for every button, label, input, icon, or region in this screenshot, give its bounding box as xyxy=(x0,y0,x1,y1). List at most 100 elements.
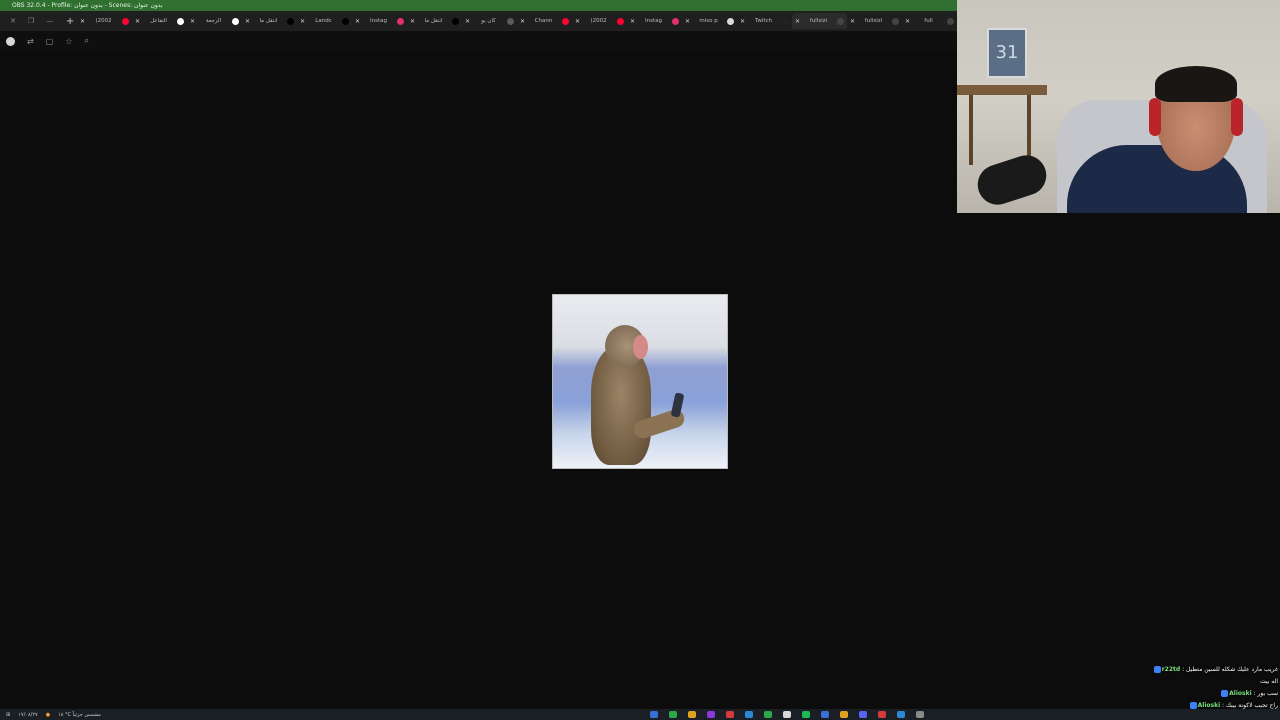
chat-badge-icon xyxy=(1221,690,1229,697)
chat-message: اله بيت xyxy=(1128,676,1278,688)
browser-tab[interactable]: ✕ Instag xyxy=(352,13,407,29)
browser-tab[interactable]: ✕ Twitch xyxy=(737,13,792,29)
tab-favicon-icon xyxy=(342,17,349,25)
profile-avatar-icon[interactable] xyxy=(6,36,15,46)
browser-tab[interactable]: ✕ miso p xyxy=(682,13,737,29)
tab-label: Instag xyxy=(645,18,663,24)
tab-close-icon[interactable]: ✕ xyxy=(300,18,305,25)
taskbar-app-icon[interactable] xyxy=(840,711,848,718)
browser-tab-strip: ✕ ❐ — + ✕ (2002 ✕ التفاعل ✕ الرجعة ✕ انتقل ما ✕ L… xyxy=(0,11,957,31)
tab-favicon-icon xyxy=(892,17,899,25)
taskbar-app-icon[interactable] xyxy=(764,711,772,718)
chat-text: سب بور xyxy=(1257,690,1279,697)
tab-label: (2002 xyxy=(95,18,112,24)
taskbar: ⊞ ١٧/٠٨/٢٧ ● ١٨ °C مشمس جزئياً xyxy=(0,709,1280,720)
tab-close-icon[interactable]: ✕ xyxy=(905,18,910,25)
extension-icon[interactable]: ▢ xyxy=(46,37,54,46)
tab-favicon-icon xyxy=(782,17,789,25)
tab-favicon-icon xyxy=(617,17,624,25)
tab-label: انتقل ما xyxy=(259,18,278,24)
tab-close-icon[interactable]: ✕ xyxy=(740,18,745,25)
taskbar-app-icon[interactable] xyxy=(878,711,886,718)
browser-tab[interactable]: ✕ (2002 xyxy=(77,13,132,29)
browser-tab[interactable]: ✕ full xyxy=(902,13,957,29)
tab-close-icon[interactable]: ✕ xyxy=(245,18,250,25)
browser-tab[interactable]: ✕ fullsizi xyxy=(792,13,847,29)
browser-tab[interactable]: ✕ التفاعل xyxy=(132,13,187,29)
tab-favicon-icon xyxy=(287,17,294,25)
tab-favicon-icon xyxy=(837,17,844,25)
tab-label: كان يو xyxy=(481,18,496,24)
taskbar-app-icon[interactable] xyxy=(916,711,924,718)
taskbar-app-icon[interactable] xyxy=(688,711,696,718)
minimize-icon[interactable]: — xyxy=(46,17,53,25)
tab-close-icon[interactable]: ✕ xyxy=(465,18,470,25)
tab-favicon-icon xyxy=(507,17,514,25)
window-controls: ✕ ❐ — xyxy=(0,17,63,25)
tab-favicon-icon xyxy=(562,17,569,25)
tab-label: الرجعة xyxy=(205,18,222,24)
taskbar-app-icon[interactable] xyxy=(897,711,905,718)
tab-close-icon[interactable]: ✕ xyxy=(795,18,800,25)
taskbar-date: ١٧/٠٨/٢٧ xyxy=(18,711,38,718)
taskbar-app-icon[interactable] xyxy=(726,711,734,718)
browser-tab[interactable]: ✕ (2002 xyxy=(572,13,627,29)
tab-close-icon[interactable]: ✕ xyxy=(135,18,140,25)
taskbar-app-icon[interactable] xyxy=(707,711,715,718)
taskbar-app-icon[interactable] xyxy=(745,711,753,718)
tab-label: Twitch xyxy=(754,18,773,24)
tab-favicon-icon xyxy=(452,17,459,25)
browser-tab[interactable]: ✕ Chann xyxy=(517,13,572,29)
tab-close-icon[interactable]: ✕ xyxy=(520,18,525,25)
tab-close-icon[interactable]: ✕ xyxy=(850,18,855,25)
tab-favicon-icon xyxy=(672,17,679,25)
browser-tab[interactable]: ✕ انتقل ما xyxy=(242,13,297,29)
restore-icon[interactable]: ❐ xyxy=(28,17,34,25)
taskbar-apps xyxy=(650,711,924,718)
taskbar-app-icon[interactable] xyxy=(802,711,810,718)
tab-label: انتقل ما xyxy=(424,18,443,24)
tab-close-icon[interactable]: ✕ xyxy=(410,18,415,25)
tab-favicon-icon xyxy=(947,17,954,25)
tab-close-icon[interactable]: ✕ xyxy=(630,18,635,25)
monkey-face xyxy=(633,335,648,359)
tab-close-icon[interactable]: ✕ xyxy=(575,18,580,25)
new-tab-button[interactable]: + xyxy=(63,16,77,27)
tab-label: full xyxy=(924,18,933,24)
chat-text: راح تجيب لاكونة بيبك xyxy=(1225,702,1278,709)
browser-tab[interactable]: ✕ Instag xyxy=(627,13,682,29)
tab-close-icon[interactable]: ✕ xyxy=(355,18,360,25)
taskbar-app-icon[interactable] xyxy=(783,711,791,718)
chat-username: r22td xyxy=(1161,666,1181,673)
tab-close-icon[interactable]: ✕ xyxy=(190,18,195,25)
start-icon[interactable]: ⊞ xyxy=(6,712,10,718)
taskbar-app-icon[interactable] xyxy=(821,711,829,718)
star-icon[interactable]: ☆ xyxy=(65,37,72,46)
translate-icon[interactable]: ⇄ xyxy=(27,37,34,46)
headphone-left xyxy=(1149,98,1161,136)
tab-label: Instag xyxy=(370,18,388,24)
taskbar-app-icon[interactable] xyxy=(859,711,867,718)
tab-favicon-icon xyxy=(122,17,129,25)
tab-label: fullsizi xyxy=(864,18,883,24)
close-icon[interactable]: ✕ xyxy=(10,17,16,25)
streamer-hair xyxy=(1155,66,1237,102)
tab-favicon-icon xyxy=(727,17,734,25)
tab-close-icon[interactable]: ✕ xyxy=(80,18,85,25)
chat-message: غريب مارد عليك شكله للسين متطيل : r22td xyxy=(1128,664,1278,676)
browser-tab[interactable]: ✕ Landc xyxy=(297,13,352,29)
taskbar-app-icon[interactable] xyxy=(669,711,677,718)
taskbar-weather: ١٨ °C مشمس جزئياً xyxy=(58,711,101,718)
taskbar-app-icon[interactable] xyxy=(650,711,658,718)
tab-close-icon[interactable]: ✕ xyxy=(685,18,690,25)
wall-calendar: 31 xyxy=(987,28,1027,78)
tab-label: (2002 xyxy=(590,18,607,24)
tab-label: Chann xyxy=(534,18,553,24)
browser-toolbar: ⇄ ▢ ☆ ⌕ xyxy=(0,31,957,51)
browser-tab[interactable]: ✕ الرجعة xyxy=(187,13,242,29)
browser-tab[interactable]: ✕ انتقل ما xyxy=(407,13,462,29)
browser-tab[interactable]: ✕ fullsizi xyxy=(847,13,902,29)
chat-username: Alioski xyxy=(1197,702,1221,709)
browser-tab[interactable]: ✕ كان يو xyxy=(462,13,517,29)
zoom-icon[interactable]: ⌕ xyxy=(84,36,88,46)
